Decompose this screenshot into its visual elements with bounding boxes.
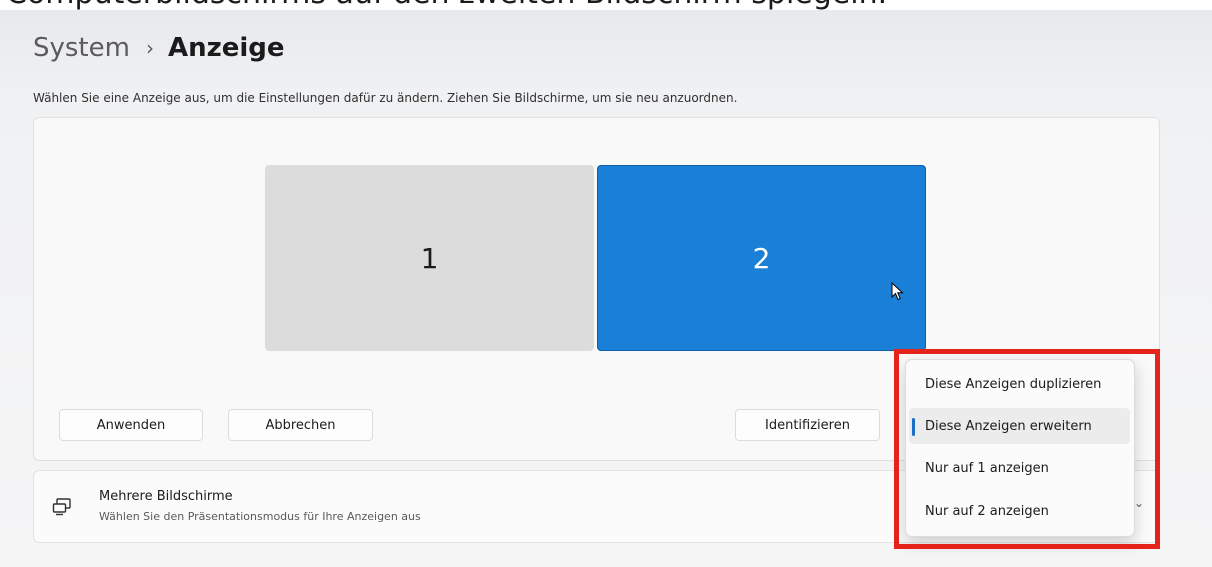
menu-item-duplicate[interactable]: Diese Anzeigen duplizieren [909, 366, 1130, 402]
multiple-displays-title: Mehrere Bildschirme [99, 489, 233, 504]
multiple-displays-subtitle: Wählen Sie den Präsentationsmodus für Ih… [99, 510, 421, 523]
apply-button[interactable]: Anwenden [59, 409, 203, 441]
selection-indicator [912, 418, 915, 436]
page-title: Anzeige [167, 33, 285, 63]
monitor-1-label: 1 [420, 241, 439, 275]
monitor-2-tile[interactable]: 2 [597, 165, 926, 351]
video-caption: Computerbildschirms auf den zweiten Bild… [0, 0, 1212, 10]
identify-button[interactable]: Identifizieren [735, 409, 880, 441]
chevron-down-icon[interactable]: ⌄ [1134, 496, 1144, 510]
multi-monitor-icon [52, 498, 71, 516]
arrange-instruction: Wählen Sie eine Anzeige aus, um die Eins… [33, 91, 738, 105]
caption-text: Computerbildschirms auf den zweiten Bild… [6, 0, 887, 10]
menu-item-only-2[interactable]: Nur auf 2 anzeigen [909, 493, 1130, 529]
menu-item-only-1[interactable]: Nur auf 1 anzeigen [909, 450, 1130, 486]
breadcrumb-separator-icon: › [145, 36, 154, 60]
menu-item-extend[interactable]: Diese Anzeigen erweitern [909, 408, 1130, 444]
cancel-button[interactable]: Abbrechen [228, 409, 373, 441]
breadcrumb: System › Anzeige [33, 28, 285, 68]
monitor-2-label: 2 [752, 241, 771, 275]
breadcrumb-system[interactable]: System [33, 33, 130, 63]
mouse-cursor-icon [891, 282, 904, 301]
monitor-1-tile[interactable]: 1 [265, 165, 594, 351]
